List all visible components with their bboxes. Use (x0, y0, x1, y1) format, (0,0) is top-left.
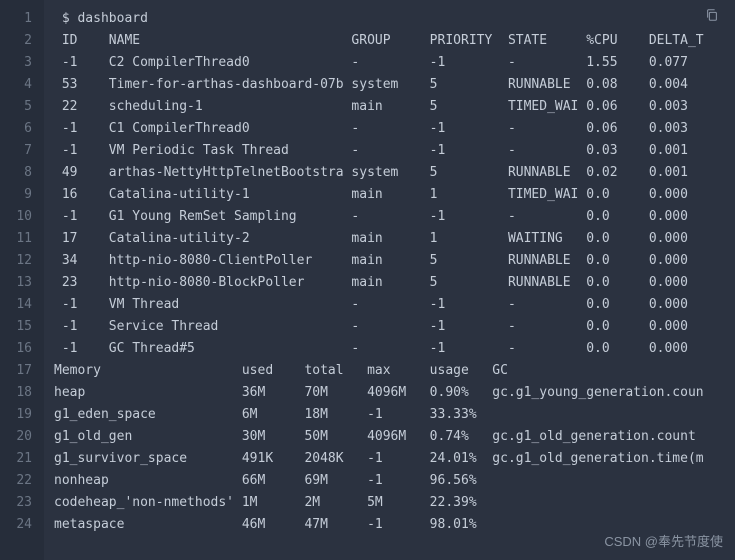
line-number: 2 (0, 30, 44, 52)
line-number: 24 (0, 514, 44, 536)
thread-row: -1 VM Thread - -1 - 0.0 0.000 (54, 294, 735, 316)
line-number: 5 (0, 96, 44, 118)
line-number: 22 (0, 470, 44, 492)
thread-row: -1 C1 CompilerThread0 - -1 - 0.06 0.003 (54, 118, 735, 140)
thread-row: -1 Service Thread - -1 - 0.0 0.000 (54, 316, 735, 338)
line-number: 1 (0, 8, 44, 30)
thread-row: -1 GC Thread#5 - -1 - 0.0 0.000 (54, 338, 735, 360)
watermark: CSDN @奉先节度使 (604, 531, 723, 550)
line-number: 3 (0, 52, 44, 74)
command-line: $ dashboard (54, 8, 735, 30)
line-number: 11 (0, 228, 44, 250)
memory-row: g1_survivor_space 491K 2048K -1 24.01% g… (54, 448, 735, 470)
line-number-gutter: 123456789101112131415161718192021222324 (0, 0, 44, 560)
thread-row: -1 C2 CompilerThread0 - -1 - 1.55 0.077 (54, 52, 735, 74)
thread-row: 16 Catalina-utility-1 main 1 TIMED_WAI 0… (54, 184, 735, 206)
thread-row: 17 Catalina-utility-2 main 1 WAITING 0.0… (54, 228, 735, 250)
line-number: 23 (0, 492, 44, 514)
line-number: 18 (0, 382, 44, 404)
line-number: 12 (0, 250, 44, 272)
code-output: $ dashboard ID NAME GROUP PRIORITY STATE… (44, 0, 735, 560)
memory-row: nonheap 66M 69M -1 96.56% (54, 470, 735, 492)
thread-row: 53 Timer-for-arthas-dashboard-07b system… (54, 74, 735, 96)
thread-header: ID NAME GROUP PRIORITY STATE %CPU DELTA_… (54, 30, 735, 52)
line-number: 15 (0, 316, 44, 338)
line-number: 13 (0, 272, 44, 294)
line-number: 10 (0, 206, 44, 228)
memory-row: codeheap_'non-nmethods' 1M 2M 5M 22.39% (54, 492, 735, 514)
line-number: 4 (0, 74, 44, 96)
memory-row: g1_old_gen 30M 50M 4096M 0.74% gc.g1_old… (54, 426, 735, 448)
line-number: 20 (0, 426, 44, 448)
thread-row: 22 scheduling-1 main 5 TIMED_WAI 0.06 0.… (54, 96, 735, 118)
thread-row: 34 http-nio-8080-ClientPoller main 5 RUN… (54, 250, 735, 272)
line-number: 19 (0, 404, 44, 426)
memory-row: g1_eden_space 6M 18M -1 33.33% (54, 404, 735, 426)
thread-row: -1 VM Periodic Task Thread - -1 - 0.03 0… (54, 140, 735, 162)
line-number: 6 (0, 118, 44, 140)
line-number: 7 (0, 140, 44, 162)
line-number: 9 (0, 184, 44, 206)
thread-row: 49 arthas-NettyHttpTelnetBootstra system… (54, 162, 735, 184)
thread-row: 23 http-nio-8080-BlockPoller main 5 RUNN… (54, 272, 735, 294)
copy-icon[interactable] (705, 8, 719, 26)
memory-row: heap 36M 70M 4096M 0.90% gc.g1_young_gen… (54, 382, 735, 404)
line-number: 17 (0, 360, 44, 382)
line-number: 21 (0, 448, 44, 470)
thread-row: -1 G1 Young RemSet Sampling - -1 - 0.0 0… (54, 206, 735, 228)
line-number: 8 (0, 162, 44, 184)
line-number: 16 (0, 338, 44, 360)
memory-header: Memory used total max usage GC (54, 360, 735, 382)
line-number: 14 (0, 294, 44, 316)
